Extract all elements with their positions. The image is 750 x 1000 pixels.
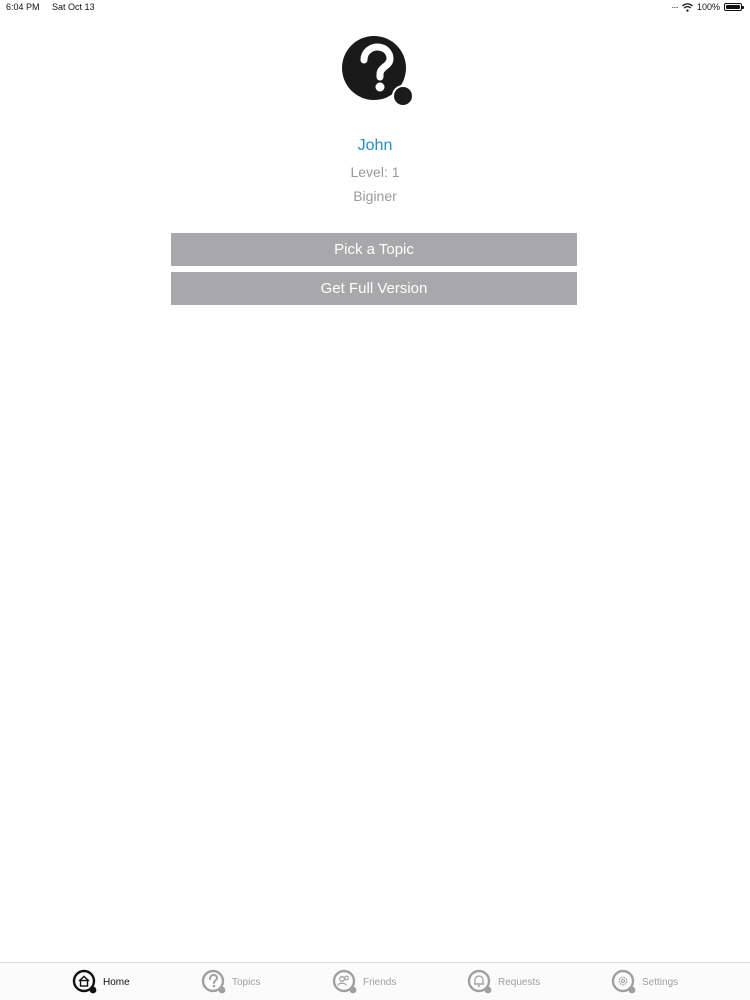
tab-home[interactable]: Home	[72, 969, 130, 995]
status-bar: 6:04 PM Sat Oct 13 ···· 100%	[0, 0, 750, 16]
signal-icon: ····	[671, 2, 679, 12]
tab-settings[interactable]: Settings	[611, 969, 678, 995]
tab-requests[interactable]: Requests	[467, 969, 540, 995]
battery-percent: 100%	[696, 2, 720, 12]
tab-topics[interactable]: Topics	[201, 969, 260, 995]
user-name: John	[357, 137, 393, 154]
tab-topics-label: Topics	[232, 976, 261, 988]
status-date: Sat Oct 13	[52, 2, 95, 12]
tab-settings-label: Settings	[642, 976, 679, 988]
app-logo	[340, 34, 416, 110]
get-full-version-button[interactable]: Get Full Version	[171, 272, 577, 305]
tab-friends-label: Friends	[363, 976, 397, 988]
question-logo-icon	[342, 36, 414, 107]
home-icon	[72, 969, 97, 994]
question-icon	[201, 969, 226, 994]
tab-bar: Home Topics Friends Requests Settings	[0, 962, 750, 1000]
tab-friends[interactable]: Friends	[332, 969, 396, 995]
pick-topic-button[interactable]: Pick a Topic	[171, 233, 577, 266]
friends-icon	[332, 969, 357, 994]
battery-icon	[724, 3, 744, 11]
status-time: 6:04 PM	[6, 2, 40, 12]
tab-requests-label: Requests	[498, 976, 541, 988]
gear-icon	[611, 969, 636, 994]
tab-home-label: Home	[103, 976, 130, 988]
wifi-icon	[682, 2, 693, 12]
status-right: ···· 100%	[671, 2, 744, 12]
bell-icon	[467, 969, 492, 994]
user-level: Level: 1	[350, 164, 400, 180]
status-left: 6:04 PM Sat Oct 13	[6, 2, 105, 12]
user-rank: Biginer	[353, 188, 397, 204]
